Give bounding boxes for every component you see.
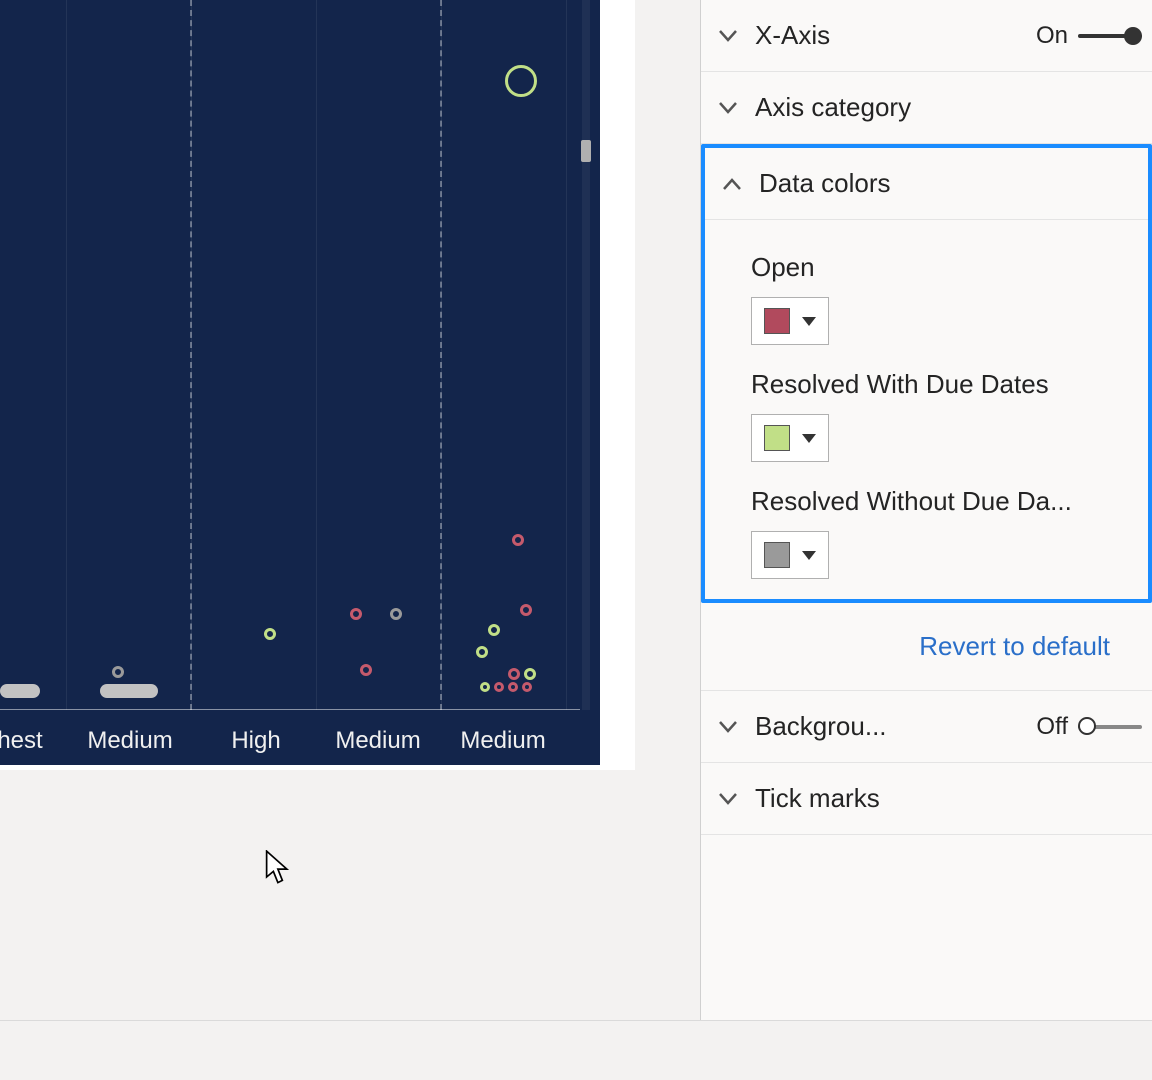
data-point[interactable] <box>350 608 362 620</box>
data-point[interactable] <box>508 682 518 692</box>
mouse-cursor-icon <box>265 850 293 886</box>
color-item-label: Open <box>751 252 1136 283</box>
color-swatch <box>764 425 790 451</box>
data-point[interactable] <box>360 664 372 676</box>
section-label: X-Axis <box>755 20 1036 51</box>
chevron-up-icon <box>721 173 743 195</box>
data-point[interactable] <box>488 624 500 636</box>
data-point[interactable] <box>476 646 488 658</box>
data-point[interactable] <box>505 65 537 97</box>
toggle-label: Off <box>1036 713 1068 741</box>
color-swatch <box>764 308 790 334</box>
revert-to-default-link[interactable]: Revert to default <box>701 603 1152 691</box>
panel-section-axis-category[interactable]: Axis category <box>701 72 1152 144</box>
chevron-down-icon <box>717 788 739 810</box>
data-point[interactable] <box>480 682 490 692</box>
chart-canvas: hest Medium High Medium Medium <box>0 0 600 765</box>
scroll-thumb[interactable] <box>581 140 591 162</box>
color-picker-resolved-with[interactable] <box>751 414 829 462</box>
data-point[interactable] <box>522 682 532 692</box>
x-tick-label: Medium <box>335 727 420 755</box>
caret-down-icon <box>802 551 816 560</box>
data-colors-highlight: Data colors Open Resolved With Due Dates… <box>701 144 1152 603</box>
data-point[interactable] <box>524 668 536 680</box>
background-toggle[interactable] <box>1078 718 1142 736</box>
color-item-label: Resolved Without Due Da... <box>751 486 1136 517</box>
color-picker-resolved-without[interactable] <box>751 531 829 579</box>
x-tick-label: High <box>231 727 280 755</box>
format-panel: X-Axis On Axis category Data colors Open… <box>700 0 1152 1020</box>
panel-section-data-colors[interactable]: Data colors <box>705 148 1148 220</box>
section-label: Tick marks <box>755 783 1142 814</box>
data-point[interactable] <box>494 682 504 692</box>
toggle-label: On <box>1036 22 1068 50</box>
data-point[interactable] <box>520 604 532 616</box>
xaxis-toggle[interactable] <box>1078 27 1142 45</box>
x-tick-label: Medium <box>460 727 545 755</box>
x-tick-label: Medium <box>87 727 172 755</box>
section-label: Axis category <box>755 92 1142 123</box>
data-point[interactable] <box>508 668 520 680</box>
color-item-label: Resolved With Due Dates <box>751 369 1136 400</box>
panel-section-tick-marks[interactable]: Tick marks <box>701 763 1152 835</box>
data-point[interactable] <box>264 628 276 640</box>
chevron-down-icon <box>717 716 739 738</box>
chevron-down-icon <box>717 25 739 47</box>
section-label: Backgrou... <box>755 711 1036 742</box>
caret-down-icon <box>802 317 816 326</box>
footer-strip <box>0 1020 1152 1080</box>
x-tick-label: hest <box>0 727 43 755</box>
data-cluster[interactable] <box>100 684 158 698</box>
color-picker-open[interactable] <box>751 297 829 345</box>
chart-scrollbar[interactable] <box>582 0 590 710</box>
chart-visual[interactable]: hest Medium High Medium Medium <box>0 0 635 770</box>
caret-down-icon <box>802 434 816 443</box>
data-point[interactable] <box>512 534 524 546</box>
data-point[interactable] <box>112 666 124 678</box>
color-swatch <box>764 542 790 568</box>
chevron-down-icon <box>717 97 739 119</box>
panel-section-xaxis[interactable]: X-Axis On <box>701 0 1152 72</box>
panel-section-background[interactable]: Backgrou... Off <box>701 691 1152 763</box>
section-label: Data colors <box>759 168 1138 199</box>
data-cluster[interactable] <box>0 684 40 698</box>
data-point[interactable] <box>390 608 402 620</box>
